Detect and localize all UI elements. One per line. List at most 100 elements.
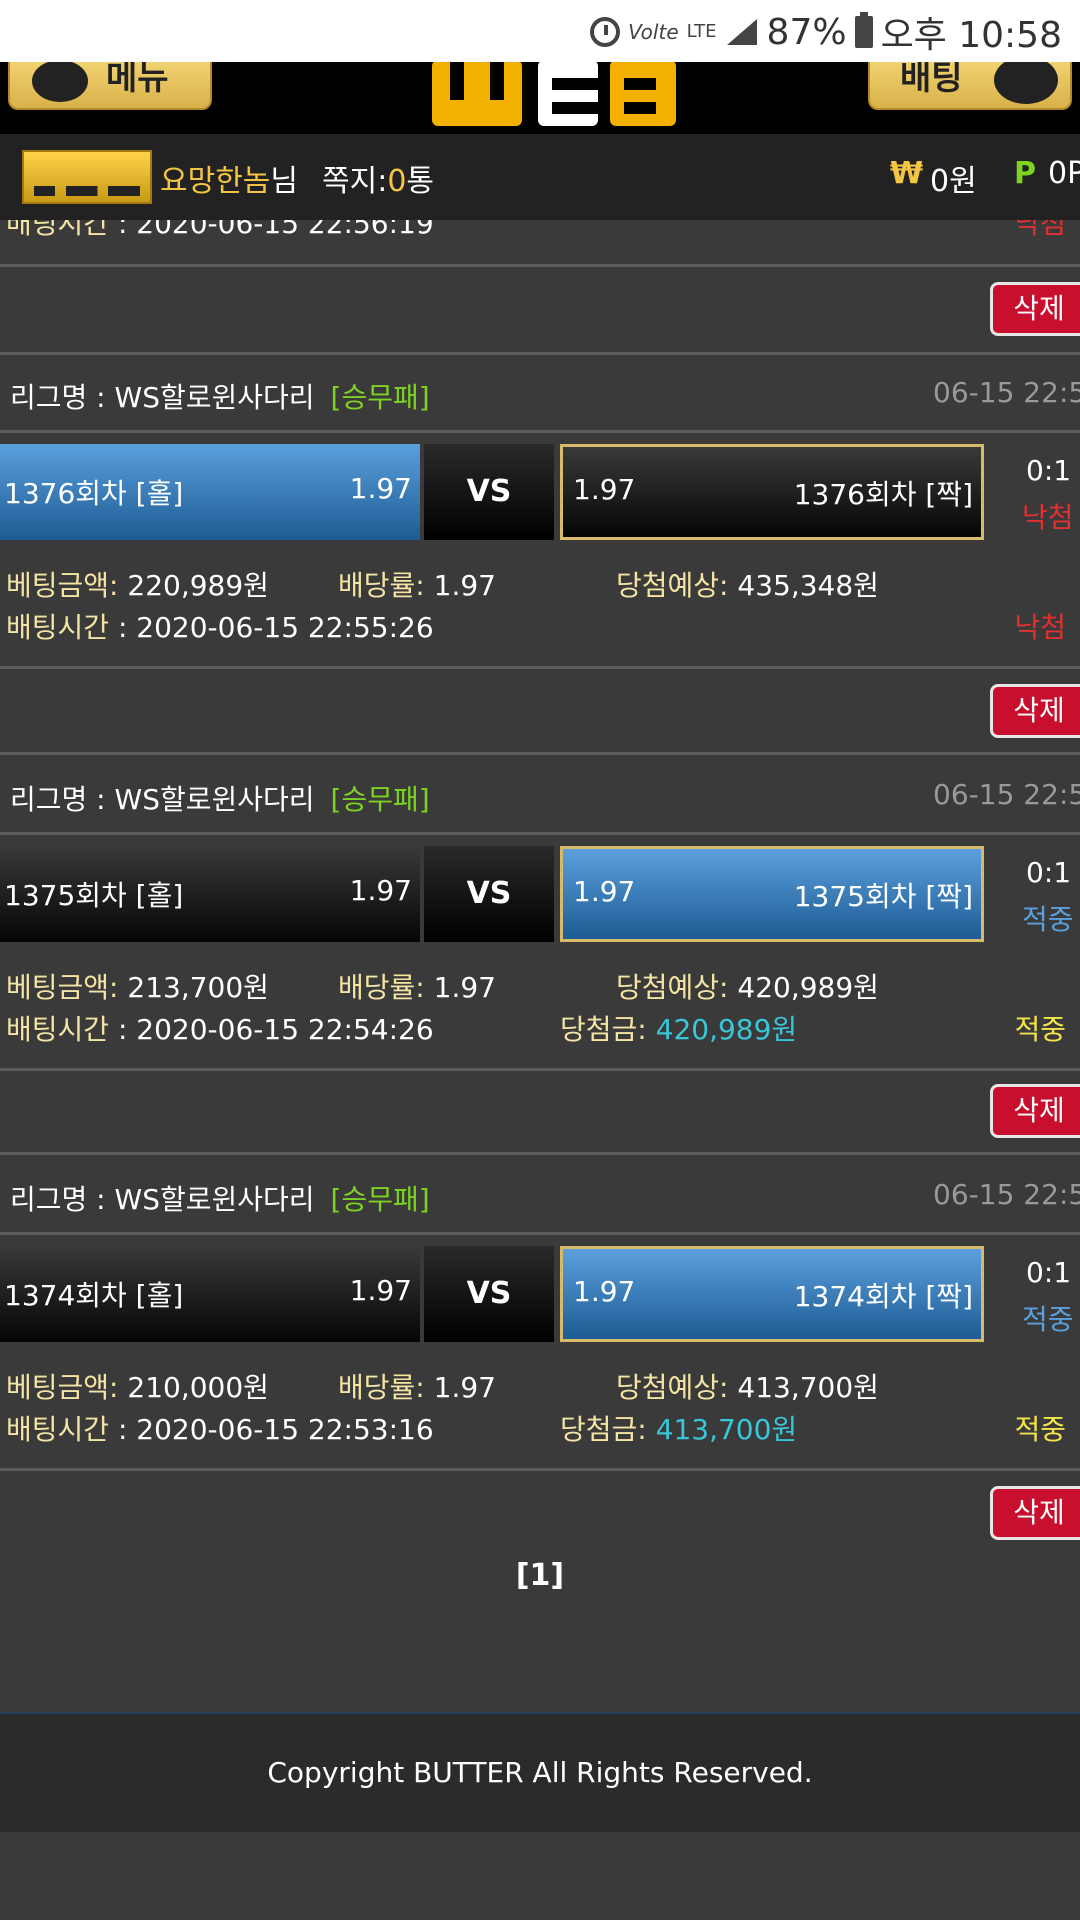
bet-time-label: 배팅시간 <box>6 1413 110 1446</box>
cart-icon <box>994 62 1058 104</box>
odds-rate-label: 배당률: <box>338 569 425 602</box>
page-link-1[interactable]: [1] <box>516 1558 564 1593</box>
bet-amount-value: 213,700원 <box>127 971 269 1004</box>
page-bottom <box>0 1832 1080 1920</box>
league-name: 리그명 : WS할로윈사다리 [승무패] <box>10 376 430 416</box>
divider <box>0 752 1080 755</box>
away-odd: 1.97 <box>573 875 636 908</box>
bet-info: 베팅금액: 210,000원 배당률: 1.97 당첨예상: 413,700원 … <box>0 1358 1080 1446</box>
home-pick[interactable]: 1374회차 [홀] 1.97 <box>0 1246 420 1342</box>
league-tag: [승무패] <box>330 783 430 816</box>
odds-rate-value: 1.97 <box>433 1371 496 1404</box>
logo[interactable] <box>430 62 680 130</box>
delete-button[interactable]: 삭제 <box>990 1084 1080 1138</box>
away-pick[interactable]: 1.97 1374회차 [짝] <box>560 1246 984 1342</box>
menu-label: 메뉴 <box>106 62 169 98</box>
bet-date: 06-15 22:53 <box>933 1178 1080 1211</box>
match-status: 적중 <box>1022 903 1074 936</box>
home-team: 1375회차 [홀] <box>4 879 184 912</box>
previous-bet-partial: 배팅시간 : 2020-06-15 22:56:19 낙첨 <box>0 220 1080 266</box>
volte-icon: Volte <box>628 20 679 44</box>
delete-button[interactable]: 삭제 <box>990 282 1080 336</box>
vs-label: VS <box>424 444 554 540</box>
away-team: 1375회차 [짝] <box>793 880 973 913</box>
footer: Copyright BUTTER All Rights Reserved. <box>0 1712 1080 1832</box>
delete-button[interactable]: 삭제 <box>990 684 1080 738</box>
battery-percent: 87% <box>766 11 847 53</box>
odds-rate: 배당률: 1.97 <box>338 966 496 1006</box>
away-odd: 1.97 <box>573 473 636 506</box>
expected-win-value: 413,700원 <box>737 1371 879 1404</box>
home-pick[interactable]: 1375회차 [홀] 1.97 <box>0 846 420 942</box>
point-icon: P <box>1014 156 1036 191</box>
lte-icon: LTE <box>686 21 717 42</box>
menu-button[interactable]: 메뉴 <box>8 62 212 110</box>
win-amount: 당첨금: 413,700원 <box>560 1408 797 1448</box>
bet-time: 배팅시간 : 2020-06-15 22:54:26 <box>6 1008 434 1048</box>
money-balance: 0원 <box>930 164 977 199</box>
match-status: 낙첨 <box>1022 501 1074 534</box>
bet-date: 06-15 22:54 <box>933 778 1080 811</box>
divider <box>0 1152 1080 1155</box>
league-name: 리그명 : WS할로윈사다리 [승무패] <box>10 778 430 818</box>
match-row: 1374회차 [홀] 1.97 VS 1.97 1374회차 [짝] 0:1 적… <box>0 1242 1080 1346</box>
copyright-text: Copyright BUTTER All Rights Reserved. <box>267 1756 813 1789</box>
away-pick[interactable]: 1.97 1375회차 [짝] <box>560 846 984 942</box>
home-team: 1374회차 [홀] <box>4 1279 184 1312</box>
away-team: 1374회차 [짝] <box>793 1280 973 1313</box>
bet-info: 베팅금액: 220,989원 배당률: 1.97 당첨예상: 435,348원 … <box>0 556 1080 644</box>
partial-time-label: 배팅시간 <box>6 220 110 240</box>
home-pick[interactable]: 1376회차 [홀] 1.97 <box>0 444 420 540</box>
bet-amount-label: 베팅금액: <box>6 569 119 602</box>
expected-win-label: 당첨예상: <box>616 569 729 602</box>
pagination: [1] <box>0 1558 1080 1593</box>
cart-button[interactable]: 배팅 <box>868 62 1072 110</box>
divider <box>0 430 1080 433</box>
divider <box>0 1468 1080 1471</box>
bet-time: 배팅시간 : 2020-06-15 22:53:16 <box>6 1408 434 1448</box>
odds-rate: 배당률: 1.97 <box>338 564 496 604</box>
odds-rate-label: 배당률: <box>338 971 425 1004</box>
user-bar: 요망한놈님 쪽지:0통 ₩ 0원 P 0P <box>0 134 1080 220</box>
vs-label: VS <box>424 1246 554 1342</box>
divider <box>0 352 1080 355</box>
home-odd: 1.97 <box>349 874 412 907</box>
bet-amount-label: 베팅금액: <box>6 971 119 1004</box>
expected-win-value: 420,989원 <box>737 971 879 1004</box>
league-label: 리그명 : WS할로윈사다리 <box>10 783 315 816</box>
memo-unit: 통 <box>406 164 435 199</box>
status-bar: Volte LTE 87% 오후 10:58 <box>0 0 1080 62</box>
league-label: 리그명 : WS할로윈사다리 <box>10 1183 315 1216</box>
league-label: 리그명 : WS할로윈사다리 <box>10 381 315 414</box>
cart-label: 배팅 <box>900 62 963 98</box>
bet-amount-label: 베팅금액: <box>6 1371 119 1404</box>
odds-rate-value: 1.97 <box>433 971 496 1004</box>
bet-time-label: 배팅시간 <box>6 1013 110 1046</box>
partial-time-value: : 2020-06-15 22:56:19 <box>117 220 434 240</box>
win-amount: 당첨금: 420,989원 <box>560 1008 797 1048</box>
vs-label: VS <box>424 846 554 942</box>
away-pick[interactable]: 1.97 1376회차 [짝] <box>560 444 984 540</box>
win-amount-value: 420,989원 <box>655 1013 798 1046</box>
away-odd: 1.97 <box>573 1275 636 1308</box>
match-score: 0:1 <box>1026 856 1072 889</box>
app-header: 메뉴 배팅 <box>0 62 1080 134</box>
odds-rate: 배당률: 1.97 <box>338 1366 496 1406</box>
odds-rate-value: 1.97 <box>433 569 496 602</box>
divider <box>0 264 1080 267</box>
bet-amount: 베팅금액: 210,000원 <box>6 1366 269 1406</box>
bet-amount: 베팅금액: 220,989원 <box>6 564 269 604</box>
win-amount-label: 당첨금: <box>560 1013 647 1046</box>
match-status: 적중 <box>1022 1303 1074 1336</box>
username-suffix: 님 <box>270 164 299 199</box>
bet-result: 적중 <box>1014 1013 1066 1046</box>
odds-rate-label: 배당률: <box>338 1371 425 1404</box>
league-header: 리그명 : WS할로윈사다리 [승무패] 06-15 22:54 <box>0 760 1080 834</box>
bet-amount: 베팅금액: 213,700원 <box>6 966 269 1006</box>
bet-amount-value: 210,000원 <box>127 1371 269 1404</box>
menu-icon <box>32 62 88 102</box>
memo-link[interactable]: 쪽지:0통 <box>322 156 434 200</box>
delete-button[interactable]: 삭제 <box>990 1486 1080 1540</box>
league-header: 리그명 : WS할로윈사다리 [승무패] 06-15 22:53 <box>0 1160 1080 1234</box>
username[interactable]: 요망한놈님 <box>160 156 298 200</box>
